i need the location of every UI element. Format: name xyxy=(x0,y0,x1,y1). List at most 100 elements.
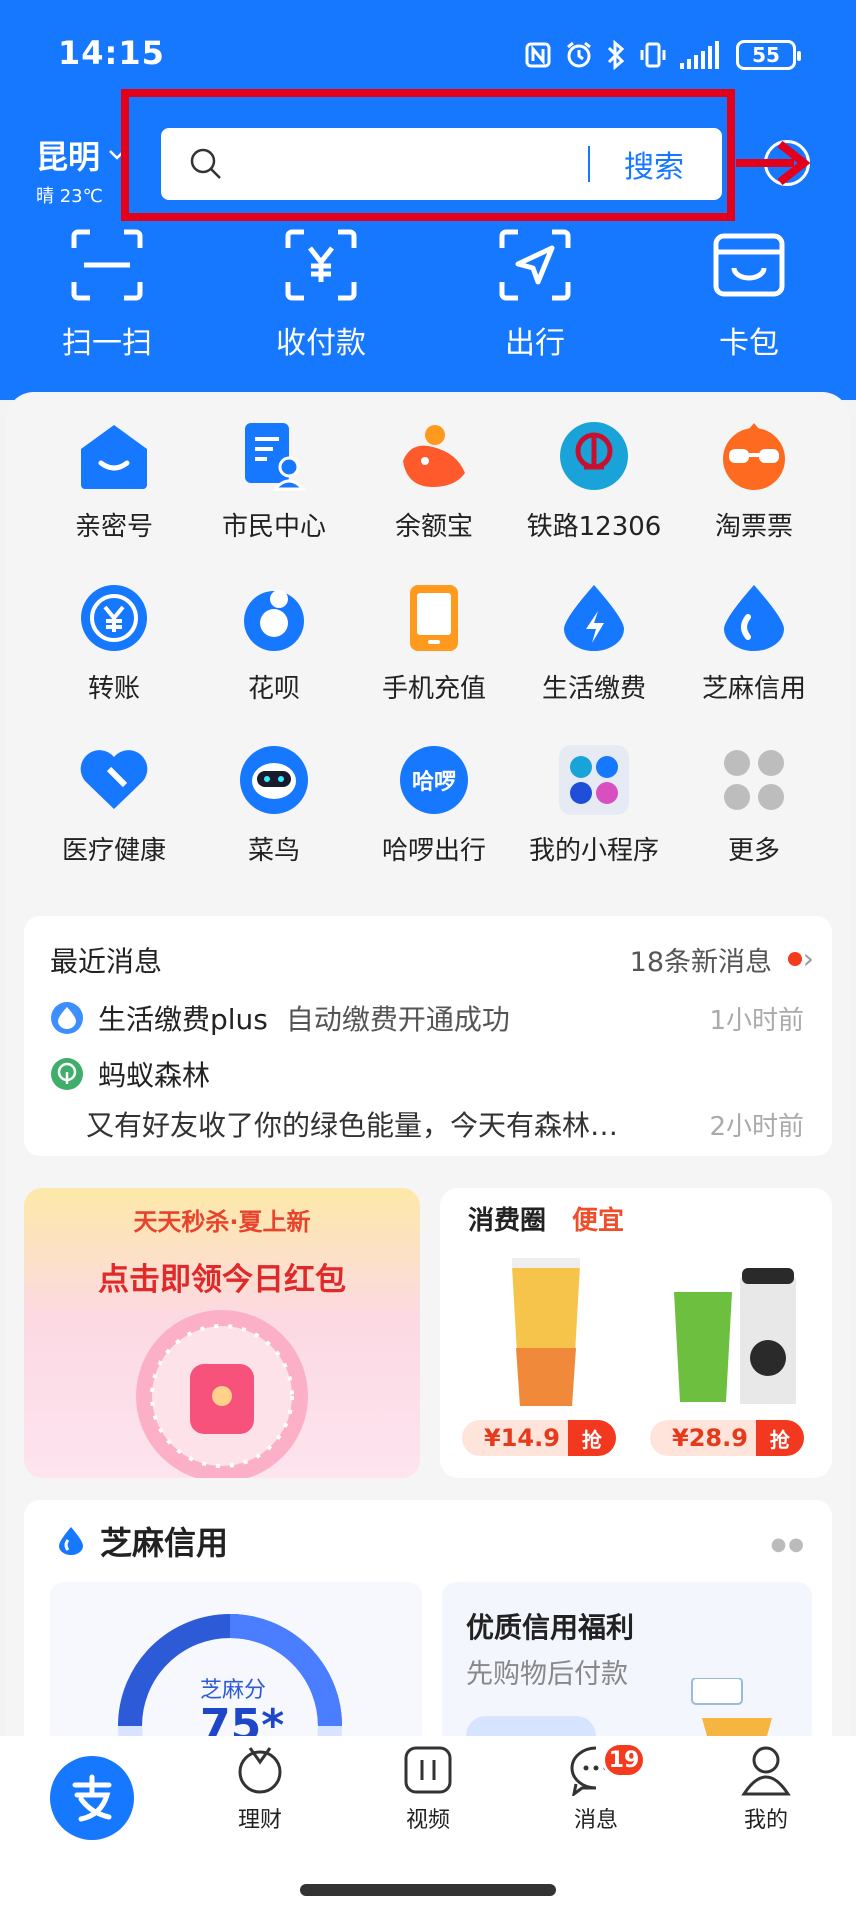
location-selector[interactable]: 昆明 晴 23℃ xyxy=(36,132,126,208)
home-indicator xyxy=(300,1884,556,1896)
scan-icon xyxy=(71,229,143,301)
grab-button: 抢 xyxy=(755,1420,804,1456)
app-utility-payment[interactable]: 生活缴费 xyxy=(514,582,674,744)
app-label: 更多 xyxy=(727,836,780,866)
app-label: 余额宝 xyxy=(394,512,473,542)
more-dots-icon[interactable]: ●● xyxy=(771,1534,806,1555)
cainiao-bird-icon xyxy=(240,746,308,814)
transfer-icon xyxy=(81,585,147,651)
price-tag[interactable]: ¥28.9 抢 xyxy=(650,1420,804,1456)
more-grid-icon xyxy=(724,750,784,810)
alarm-icon xyxy=(567,41,591,68)
status-bar: 14:15 55 xyxy=(0,0,856,112)
sesame-drop-icon xyxy=(724,585,784,651)
tab-mine[interactable]: 我的 xyxy=(706,1744,826,1834)
tab-messages[interactable]: 19 消息 xyxy=(536,1742,656,1834)
message-text: 又有好友收了你的绿色能量，今天有森林… xyxy=(86,1109,619,1142)
app-sesame-credit[interactable]: 芝麻信用 xyxy=(674,582,834,744)
benefits-subtitle: 先购物后付款 xyxy=(466,1659,628,1690)
message-time: 2小时前 xyxy=(709,1112,804,1142)
promo-subtitle: 天天秒杀·夏上新 xyxy=(133,1208,311,1236)
red-packet-promo[interactable]: 天天秒杀·夏上新 点击即领今日红包 xyxy=(24,1188,420,1478)
message-text: 自动缴费开通成功 xyxy=(285,1003,510,1036)
quick-travel[interactable]: 出行 xyxy=(428,228,642,362)
message-source: 蚂蚁森林 xyxy=(98,1059,211,1092)
navigation-icon xyxy=(499,229,571,301)
signal-icon xyxy=(680,41,719,69)
app-grid: 亲密号 市民中心 余额宝 铁路12306 淘票票 转账 花呗 手机充值 生活缴费… xyxy=(6,420,850,906)
quick-actions: 扫一扫 收付款 出行 卡包 xyxy=(0,228,856,362)
app-yuebao[interactable]: 余额宝 xyxy=(354,420,514,582)
app-taopiaopiao[interactable]: 淘票票 xyxy=(674,420,834,582)
app-hellobike[interactable]: 哈啰 哈啰出行 xyxy=(354,744,514,906)
milk-tea-image xyxy=(512,1258,580,1406)
arrow-right-icon xyxy=(736,140,811,186)
messages-badge: 19 xyxy=(602,1742,646,1778)
profile-icon xyxy=(741,1746,791,1796)
app-more[interactable]: 更多 xyxy=(674,744,834,906)
consumer-circle-tag: 便宜 xyxy=(572,1206,625,1236)
app-label: 转账 xyxy=(87,674,140,704)
quick-label: 收付款 xyxy=(276,326,366,361)
app-label: 菜鸟 xyxy=(247,836,300,866)
weather-text: 晴 23℃ xyxy=(36,186,103,207)
red-packet-wheel-icon xyxy=(136,1310,308,1478)
yuebao-icon xyxy=(403,425,465,487)
app-huabei[interactable]: 花呗 xyxy=(194,582,354,744)
quick-pay[interactable]: 收付款 xyxy=(214,228,428,362)
home-heart-icon xyxy=(81,425,147,489)
search-button[interactable]: 搜索 xyxy=(624,142,684,186)
recent-messages-card[interactable]: 最近消息 18条新消息 › 生活缴费plus 自动缴费开通成功 1小时前 蚂蚁森… xyxy=(24,916,832,1156)
app-citizen-center[interactable]: 市民中心 xyxy=(194,420,354,582)
forest-icon xyxy=(51,1058,83,1090)
app-label: 生活缴费 xyxy=(541,674,646,704)
app-label: 芝麻信用 xyxy=(701,674,806,704)
quick-wallet[interactable]: 卡包 xyxy=(642,228,856,362)
app-railway-12306[interactable]: 铁路12306 xyxy=(514,420,674,582)
unread-dot xyxy=(788,952,802,966)
tab-wealth[interactable]: 理财 xyxy=(200,1744,320,1834)
header: 14:15 55 昆明 晴 23℃ 搜索 扫一扫 收付款 出行 卡包 xyxy=(0,0,856,400)
citizen-doc-icon xyxy=(245,423,307,491)
utility-drop-icon xyxy=(51,1002,83,1034)
app-label: 淘票票 xyxy=(714,512,793,542)
quick-label: 扫一扫 xyxy=(62,326,152,361)
quick-scan[interactable]: 扫一扫 xyxy=(0,228,214,362)
sesame-drop-icon xyxy=(59,1527,83,1555)
consumer-circle-title: 消费圈 xyxy=(468,1206,547,1236)
search-box[interactable]: 搜索 xyxy=(161,128,722,200)
chevron-right-icon: › xyxy=(802,942,814,975)
search-divider xyxy=(588,146,590,182)
app-label: 市民中心 xyxy=(221,512,326,542)
app-label: 医疗健康 xyxy=(61,836,166,866)
status-icons: 55 xyxy=(524,40,801,70)
consumer-circle-promo[interactable]: 消费圈 便宜 ¥14.9 抢 ¥28.9 抢 xyxy=(440,1188,832,1478)
price-value: ¥14.9 xyxy=(484,1424,560,1452)
app-label: 亲密号 xyxy=(74,512,153,542)
messages-count: 18条新消息 xyxy=(629,947,772,978)
svg-text:哈啰: 哈啰 xyxy=(412,769,456,795)
quick-label: 卡包 xyxy=(719,326,779,361)
message-time: 1小时前 xyxy=(709,1006,804,1036)
app-phone-topup[interactable]: 手机充值 xyxy=(354,582,514,744)
drop-bolt-icon xyxy=(564,585,624,651)
price-value: ¥28.9 xyxy=(672,1424,748,1452)
app-cainiao[interactable]: 菜鸟 xyxy=(194,744,354,906)
tab-video[interactable]: 视频 xyxy=(368,1744,488,1834)
price-tag[interactable]: ¥14.9 抢 xyxy=(462,1420,616,1456)
app-qinmihao[interactable]: 亲密号 xyxy=(34,420,194,582)
app-transfer[interactable]: 转账 xyxy=(34,582,194,744)
search-input[interactable] xyxy=(223,128,588,200)
app-label: 我的小程序 xyxy=(528,836,659,866)
message-item[interactable]: 生活缴费plus 自动缴费开通成功 xyxy=(50,998,510,1038)
app-my-miniprograms[interactable]: 我的小程序 xyxy=(514,744,674,906)
home-tab[interactable] xyxy=(50,1756,134,1840)
grab-button: 抢 xyxy=(567,1420,616,1456)
tab-label: 消息 xyxy=(573,1808,618,1833)
promo-title: 点击即领今日红包 xyxy=(98,1262,346,1298)
app-label: 铁路12306 xyxy=(526,512,662,542)
app-medical-health[interactable]: 医疗健康 xyxy=(34,744,194,906)
app-label: 花呗 xyxy=(247,674,300,704)
message-item[interactable]: 蚂蚁森林 xyxy=(50,1054,210,1094)
matcha-drink-image xyxy=(674,1268,796,1404)
